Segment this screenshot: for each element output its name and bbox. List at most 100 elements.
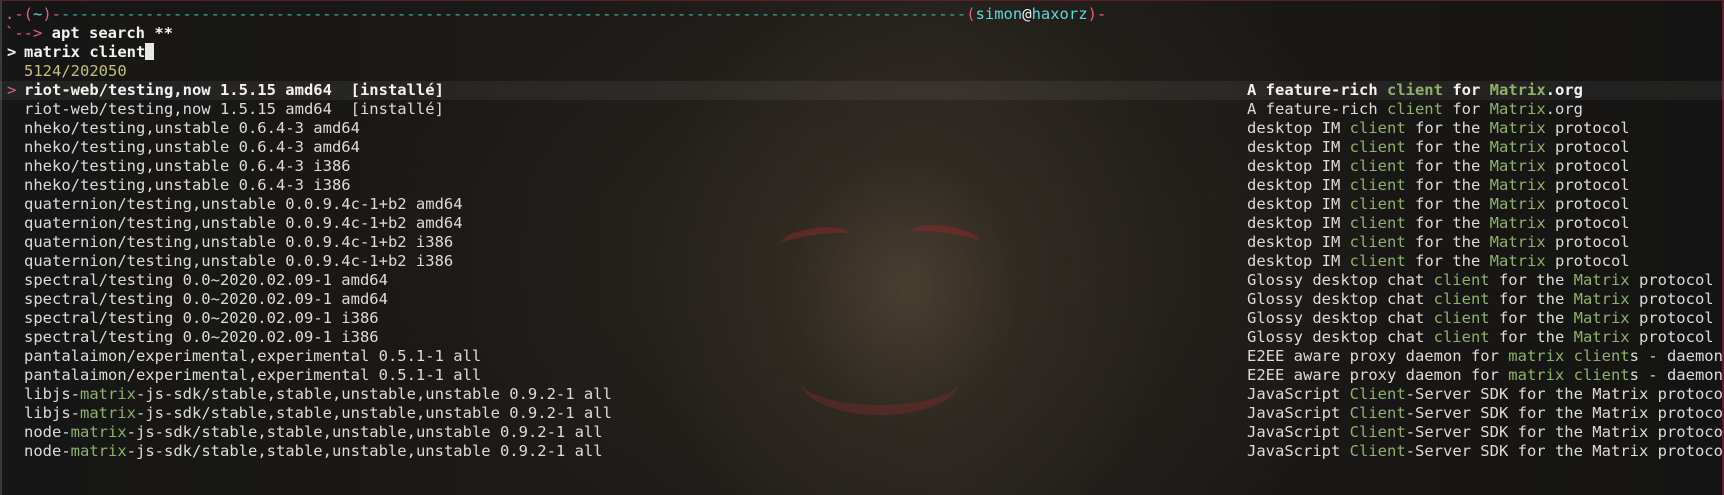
- text-segment: -Server SDK for the Matrix protocol: [1405, 385, 1724, 403]
- package-name: nheko/testing,unstable 0.6.4-3 i386: [24, 176, 351, 195]
- text-segment: -Server SDK for the Matrix protocol: [1405, 442, 1724, 460]
- text-segment: desktop IM: [1247, 214, 1350, 232]
- text-segment: spectral/testing 0.0~2020.02.09-1 i386: [24, 309, 379, 327]
- package-name: nheko/testing,unstable 0.6.4-3 amd64: [24, 138, 360, 157]
- package-name: quaternion/testing,unstable 0.0.9.4c-1+b…: [24, 233, 453, 252]
- text-segment: for the: [1489, 309, 1574, 327]
- text-segment: nheko/testing,unstable 0.6.4-3 i386: [24, 157, 351, 175]
- text-segment: E2EE aware proxy daemon for: [1247, 366, 1509, 384]
- text-segment: -js-sdk/stable,stable,unstable,unstable …: [126, 423, 603, 441]
- text-segment: for the: [1405, 157, 1490, 175]
- match-highlight: Matrix: [1489, 100, 1546, 118]
- match-highlight: client: [1349, 233, 1406, 251]
- result-row[interactable]: spectral/testing 0.0~2020.02.09-1 amd64 G…: [0, 290, 1724, 309]
- package-name: pantalaimon/experimental,experimental 0.…: [24, 347, 481, 366]
- window-border-top: [0, 0, 1724, 1]
- result-row[interactable]: quaternion/testing,unstable 0.0.9.4c-1+b…: [0, 233, 1724, 252]
- package-description: JavaScript Client-Server SDK for the Mat…: [1247, 423, 1724, 442]
- result-row[interactable]: node-matrix-js-sdk/stable,stable,unstabl…: [0, 423, 1724, 442]
- match-highlight: client: [1349, 176, 1406, 194]
- result-row[interactable]: nheko/testing,unstable 0.6.4-3 i386 deskt…: [0, 176, 1724, 195]
- package-description: JavaScript Client-Server SDK for the Mat…: [1247, 442, 1724, 461]
- text-segment: for the: [1405, 195, 1490, 213]
- text-segment: for the: [1489, 290, 1574, 308]
- match-highlight: Matrix: [1573, 328, 1630, 346]
- text-segment: quaternion/testing,unstable 0.0.9.4c-1+b…: [24, 214, 463, 232]
- result-row[interactable]: node-matrix-js-sdk/stable,stable,unstabl…: [0, 442, 1724, 461]
- text-segment: pantalaimon/experimental,experimental 0.…: [24, 347, 482, 365]
- match-highlight: matrix: [1508, 366, 1565, 384]
- result-row[interactable]: quaternion/testing,unstable 0.0.9.4c-1+b…: [0, 195, 1724, 214]
- package-description: Glossy desktop chat client for the Matri…: [1247, 290, 1714, 309]
- match-highlight: client: [1573, 347, 1630, 365]
- text-segment: for the: [1405, 214, 1490, 232]
- prompt-header-line: .-(~)-----------------------------------…: [0, 5, 1724, 24]
- text-segment: A feature-rich: [1247, 81, 1387, 99]
- result-row[interactable]: spectral/testing 0.0~2020.02.09-1 amd64 G…: [0, 271, 1724, 290]
- text-segment: Glossy desktop chat: [1247, 290, 1434, 308]
- result-row[interactable]: quaternion/testing,unstable 0.0.9.4c-1+b…: [0, 252, 1724, 271]
- result-row[interactable]: spectral/testing 0.0~2020.02.09-1 i386 Gl…: [0, 309, 1724, 328]
- match-highlight: Client: [1349, 385, 1406, 403]
- result-row[interactable]: nheko/testing,unstable 0.6.4-3 amd64 desk…: [0, 119, 1724, 138]
- text-segment: spectral/testing 0.0~2020.02.09-1 amd64: [24, 271, 388, 289]
- package-name: quaternion/testing,unstable 0.0.9.4c-1+b…: [24, 252, 453, 271]
- match-highlight: Matrix: [1489, 233, 1546, 251]
- text-segment: libjs-: [24, 385, 80, 403]
- text-segment: -Server SDK for the Matrix protocol: [1405, 404, 1724, 422]
- package-name: quaternion/testing,unstable 0.0.9.4c-1+b…: [24, 195, 463, 214]
- result-row[interactable]: libjs-matrix-js-sdk/stable,stable,unstab…: [0, 385, 1724, 404]
- match-highlight: client: [1433, 328, 1490, 346]
- terminal-window[interactable]: .-(~)-----------------------------------…: [0, 0, 1724, 495]
- package-description: desktop IM client for the Matrix protoco…: [1247, 214, 1630, 233]
- prompt-user-close: )-: [1087, 5, 1107, 23]
- text-segment: protocol: [1545, 214, 1630, 232]
- result-row-selected[interactable]: > riot-web/testing,now 1.5.15 amd64 [inst…: [0, 81, 1724, 100]
- fzf-query-line[interactable]: > matrix client: [0, 43, 1724, 62]
- text-segment: desktop IM: [1247, 252, 1350, 270]
- package-name: spectral/testing 0.0~2020.02.09-1 amd64: [24, 271, 388, 290]
- match-highlight: client: [1349, 138, 1406, 156]
- result-row[interactable]: pantalaimon/experimental,experimental 0.…: [0, 347, 1724, 366]
- match-highlight: client: [1349, 195, 1406, 213]
- selection-marker: >: [7, 81, 17, 99]
- result-row[interactable]: riot-web/testing,now 1.5.15 amd64 [insta…: [0, 100, 1724, 119]
- package-name: nheko/testing,unstable 0.6.4-3 amd64: [24, 119, 360, 138]
- package-description: desktop IM client for the Matrix protoco…: [1247, 252, 1630, 271]
- package-description: desktop IM client for the Matrix protoco…: [1247, 195, 1630, 214]
- result-row[interactable]: libjs-matrix-js-sdk/stable,stable,unstab…: [0, 404, 1724, 423]
- text-segment: Glossy desktop chat: [1247, 271, 1434, 289]
- query-prompt-marker: >: [7, 43, 17, 61]
- package-description: desktop IM client for the Matrix protoco…: [1247, 157, 1630, 176]
- result-row[interactable]: pantalaimon/experimental,experimental 0.…: [0, 366, 1724, 385]
- match-highlight: client: [1433, 290, 1490, 308]
- result-row[interactable]: nheko/testing,unstable 0.6.4-3 i386 deskt…: [0, 157, 1724, 176]
- search-input[interactable]: matrix client: [24, 43, 145, 61]
- text-segment: desktop IM: [1247, 176, 1350, 194]
- match-highlight: client: [1349, 119, 1406, 137]
- text-segment: spectral/testing 0.0~2020.02.09-1 i386: [24, 328, 379, 346]
- package-description: A feature-rich client for Matrix.org: [1247, 81, 1583, 100]
- match-highlight: matrix: [70, 442, 127, 460]
- text-segment: -Server SDK for the Matrix protocol: [1405, 423, 1724, 441]
- text-segment: riot-web/testing,now 1.5.15 amd64 [insta…: [24, 100, 444, 118]
- text-segment: for the: [1405, 138, 1490, 156]
- result-row[interactable]: spectral/testing 0.0~2020.02.09-1 i386 Gl…: [0, 328, 1724, 347]
- package-name: nheko/testing,unstable 0.6.4-3 i386: [24, 157, 351, 176]
- result-row[interactable]: quaternion/testing,unstable 0.0.9.4c-1+b…: [0, 214, 1724, 233]
- match-highlight: Client: [1349, 423, 1406, 441]
- text-segment: -js-sdk/stable,stable,unstable,unstable …: [136, 385, 612, 403]
- text-segment: nheko/testing,unstable 0.6.4-3 amd64: [24, 119, 360, 137]
- command-text: apt search **: [51, 24, 173, 42]
- text-segment: for the: [1489, 271, 1574, 289]
- package-description: desktop IM client for the Matrix protoco…: [1247, 233, 1630, 252]
- text-segment: .org: [1545, 81, 1583, 99]
- text-segment: JavaScript: [1247, 385, 1350, 403]
- text-segment: s - daemon: [1629, 347, 1723, 365]
- prompt-user: simon: [975, 5, 1023, 23]
- prompt-command-line: `--> apt search **: [0, 24, 1724, 43]
- text-segment: protocol: [1629, 328, 1714, 346]
- result-row[interactable]: nheko/testing,unstable 0.6.4-3 amd64 desk…: [0, 138, 1724, 157]
- match-highlight: Matrix: [1573, 271, 1630, 289]
- package-name: riot-web/testing,now 1.5.15 amd64 [insta…: [24, 81, 444, 100]
